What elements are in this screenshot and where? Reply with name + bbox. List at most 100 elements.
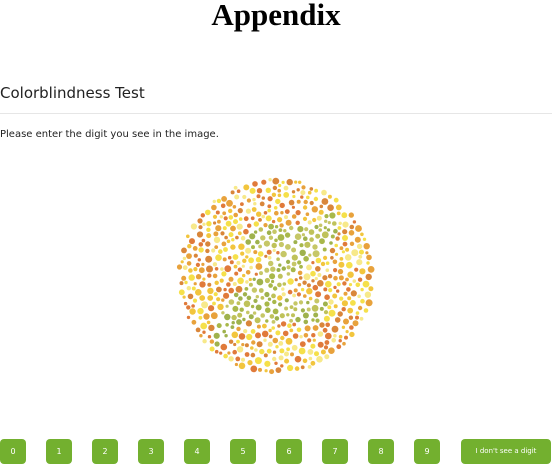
plate-dot	[259, 201, 265, 207]
plate-dot	[303, 319, 309, 325]
plate-dot	[264, 369, 268, 373]
plate-dot	[260, 235, 266, 241]
plate-dot	[219, 278, 224, 283]
plate-dot	[232, 205, 237, 209]
plate-dot	[286, 259, 291, 264]
digit-button-1[interactable]: 1	[46, 439, 72, 464]
plate-dot	[277, 234, 285, 241]
digit-button-2[interactable]: 2	[92, 439, 118, 464]
plate-dot	[348, 315, 354, 320]
plate-dot	[277, 273, 283, 279]
plate-dot	[236, 301, 241, 306]
plate-dot	[202, 277, 206, 281]
no-digit-button[interactable]: I don't see a digit	[461, 439, 551, 464]
plate-dot	[255, 304, 262, 311]
plate-dot	[216, 286, 222, 293]
plate-dot	[300, 308, 305, 313]
plate-dot	[250, 304, 255, 309]
plate-dot	[301, 233, 305, 237]
plate-dot	[357, 294, 361, 299]
plate-dot	[221, 196, 227, 202]
plate-dot	[347, 307, 354, 314]
plate-dot	[269, 369, 275, 375]
digit-button-7[interactable]: 7	[322, 439, 348, 464]
plate-dot	[317, 273, 322, 277]
digit-button-0[interactable]: 0	[0, 439, 26, 464]
plate-dot	[246, 198, 251, 203]
plate-dot	[190, 223, 197, 230]
plate-dot	[318, 228, 322, 232]
plate-dot	[253, 250, 258, 255]
plate-dot	[350, 300, 356, 306]
plate-dot	[268, 283, 273, 288]
plate-dot	[343, 318, 349, 325]
plate-dot	[365, 299, 373, 307]
plate-dot	[191, 286, 196, 291]
plate-dot	[360, 298, 365, 304]
plate-dot	[222, 329, 226, 334]
plate-dot	[245, 247, 252, 254]
digit-button-6[interactable]: 6	[276, 439, 302, 464]
plate-dot	[327, 305, 332, 310]
plate-dot	[233, 292, 239, 298]
plate-dot	[240, 251, 245, 256]
plate-dot	[299, 243, 304, 248]
plate-dot	[277, 282, 282, 288]
plate-dot	[357, 305, 363, 311]
plate-dot	[207, 273, 212, 278]
plate-dot	[355, 315, 359, 320]
plate-dot	[253, 202, 257, 206]
plate-dot	[198, 267, 205, 274]
plate-dot	[245, 255, 249, 259]
plate-dot	[231, 321, 235, 325]
plate-dot	[283, 185, 289, 191]
plate-dot	[312, 250, 320, 258]
plate-dot	[212, 301, 216, 306]
plate-dot	[365, 251, 369, 255]
plate-dot	[265, 215, 272, 222]
plate-dot	[221, 311, 225, 315]
plate-dot	[302, 216, 308, 221]
plate-dot	[271, 219, 276, 224]
plate-dot	[256, 341, 263, 348]
digit-button-5[interactable]: 5	[230, 439, 256, 464]
plate-dot	[219, 351, 223, 355]
plate-dot	[264, 291, 270, 298]
plate-dot	[223, 287, 227, 292]
plate-dot	[225, 323, 229, 327]
plate-dot	[213, 221, 217, 225]
plate-dot	[186, 253, 192, 259]
plate-dot	[242, 273, 246, 278]
plate-dot	[360, 287, 364, 292]
plate-dot	[296, 292, 301, 297]
plate-dot	[318, 209, 324, 215]
plate-dot	[213, 231, 219, 237]
plate-dot	[313, 312, 319, 318]
plate-dot	[264, 277, 270, 284]
digit-button-4[interactable]: 4	[184, 439, 210, 464]
plate-dot	[249, 265, 253, 270]
plate-dot	[237, 231, 242, 236]
plate-dot	[207, 295, 214, 301]
plate-dot	[178, 289, 185, 296]
plate-dot	[278, 228, 283, 232]
plate-dot	[329, 212, 336, 219]
digit-button-9[interactable]: 9	[414, 439, 440, 464]
plate-dot	[244, 343, 249, 348]
plate-dot	[229, 260, 234, 265]
plate-dot	[243, 184, 250, 191]
plate-dot	[256, 188, 263, 194]
plate-dot	[197, 218, 203, 224]
plate-dot	[285, 219, 292, 226]
plate-dot	[268, 178, 272, 182]
digit-button-3[interactable]: 3	[138, 439, 164, 464]
plate-dot	[330, 234, 335, 239]
plate-dot	[331, 325, 339, 333]
digit-button-8[interactable]: 8	[368, 439, 394, 464]
plate-dot	[286, 272, 291, 276]
plate-dot	[230, 244, 236, 250]
plate-dot	[349, 331, 355, 338]
plate-dot	[277, 324, 281, 328]
plate-dot	[277, 188, 281, 193]
plate-dot	[316, 356, 323, 363]
